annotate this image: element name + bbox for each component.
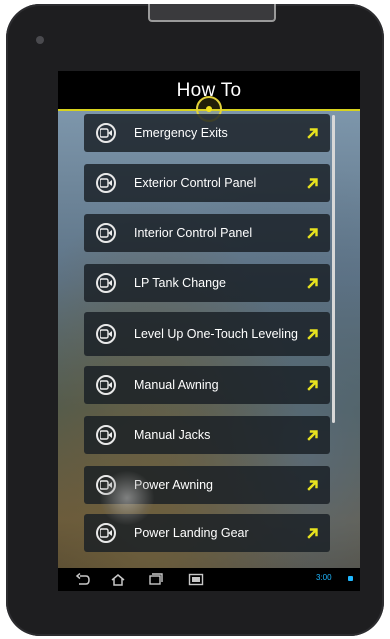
list-item-emergency-exits[interactable]: Emergency Exits: [84, 114, 330, 152]
signal-icon: [348, 576, 353, 581]
list-item-lp-tank-change[interactable]: LP Tank Change: [84, 264, 330, 302]
play-circle-icon: [96, 375, 116, 395]
list-item-label: Power Landing Gear: [134, 526, 249, 540]
play-circle-icon: [96, 324, 116, 344]
tablet-frame: How To Emergency Exits Exterior Control …: [6, 4, 384, 636]
list-item-manual-awning[interactable]: Manual Awning: [84, 366, 330, 404]
arrow-up-right-icon: [307, 228, 318, 239]
play-circle-icon: [96, 273, 116, 293]
list-item-label: Manual Jacks: [134, 428, 211, 442]
play-circle-icon: [96, 223, 116, 243]
touch-indicator-dot: [206, 106, 212, 112]
screenshot-icon[interactable]: [188, 573, 204, 586]
play-circle-icon: [96, 173, 116, 193]
touch-indicator: [100, 471, 154, 525]
list-scrollbar[interactable]: [332, 115, 335, 423]
status-clock: 3:00: [316, 573, 332, 582]
back-icon[interactable]: [74, 573, 90, 586]
app-screen: How To Emergency Exits Exterior Control …: [58, 71, 360, 591]
list-item-label: Power Awning: [134, 478, 213, 492]
home-icon[interactable]: [110, 573, 126, 586]
system-nav-bar: 3:00: [58, 568, 360, 591]
arrow-up-right-icon: [307, 528, 318, 539]
arrow-up-right-icon: [307, 329, 318, 340]
arrow-up-right-icon: [307, 480, 318, 491]
play-circle-icon: [96, 425, 116, 445]
play-circle-icon: [96, 123, 116, 143]
recent-apps-icon[interactable]: [148, 573, 164, 586]
list-item-manual-jacks[interactable]: Manual Jacks: [84, 416, 330, 454]
list-item-label: Interior Control Panel: [134, 226, 253, 240]
arrow-up-right-icon: [307, 128, 318, 139]
arrow-up-right-icon: [307, 278, 318, 289]
tablet-top-tab: [148, 4, 276, 22]
list-item-exterior-control-panel[interactable]: Exterior Control Panel: [84, 164, 330, 202]
camera-icon: [36, 36, 44, 44]
list-item-label: LP Tank Change: [134, 276, 226, 290]
list-item-label: Manual Awning: [134, 378, 219, 392]
list-item-label: Emergency Exits: [134, 126, 228, 140]
arrow-up-right-icon: [307, 430, 318, 441]
list-item-level-up-leveling[interactable]: Level Up One-Touch Leveling: [84, 312, 330, 356]
arrow-up-right-icon: [307, 178, 318, 189]
list-item-label: Exterior Control Panel: [134, 176, 257, 190]
list-item-interior-control-panel[interactable]: Interior Control Panel: [84, 214, 330, 252]
arrow-up-right-icon: [307, 380, 318, 391]
list-item-label: Level Up One-Touch Leveling: [134, 327, 298, 341]
play-circle-icon: [96, 523, 116, 543]
